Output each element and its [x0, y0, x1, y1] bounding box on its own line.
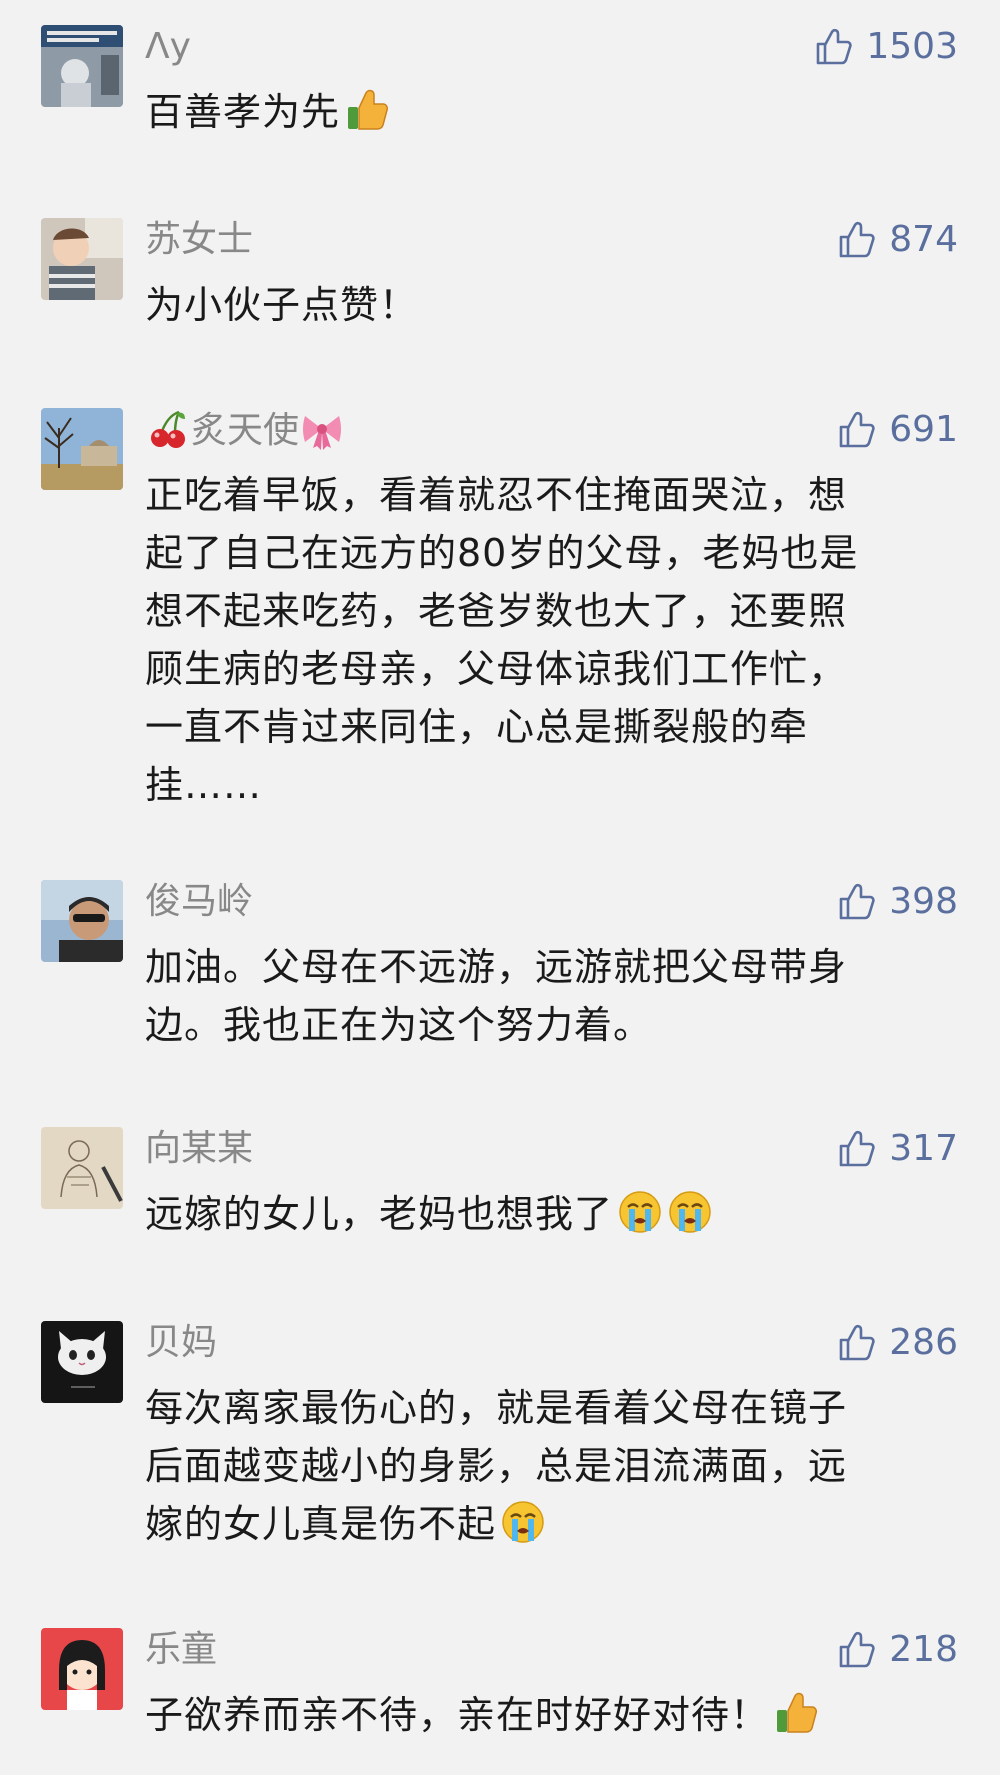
thumbs-up-icon	[837, 220, 877, 260]
comment-text: 为小伙子点赞！	[145, 276, 945, 334]
comment-line: 一直不肯过来同住，心总是撕裂般的牵	[145, 705, 809, 749]
comment-line: 边。我也正在为这个努力着。	[145, 1003, 653, 1047]
comment-text: 子欲养而亲不待，亲在时好好对待！	[145, 1686, 945, 1744]
nickname[interactable]: 贝妈	[145, 1321, 217, 1365]
like-count: 398	[889, 881, 958, 922]
like-count: 1503	[866, 26, 958, 67]
comment-text: 正吃着早饭，看着就忍不住掩面哭泣，想 起了自己在远方的80岁的父母，老妈也是 想…	[145, 466, 945, 814]
avatar[interactable]	[41, 408, 123, 490]
thumbs-up-icon	[837, 1630, 877, 1670]
nickname[interactable]: 俊马岭	[145, 880, 253, 924]
avatar[interactable]	[41, 1321, 123, 1403]
cherries-emoji-icon	[147, 408, 189, 450]
thumbs-up-icon	[837, 410, 877, 450]
comment-line: 子欲养而亲不待，亲在时好好对待！	[145, 1693, 770, 1737]
avatar[interactable]	[41, 880, 123, 962]
like-button[interactable]: 317	[837, 1127, 958, 1171]
like-button[interactable]: 874	[837, 218, 958, 262]
comment-text: 远嫁的女儿，老妈也想我了	[145, 1185, 945, 1243]
thumbs-up-icon	[837, 882, 877, 922]
avatar[interactable]	[41, 1127, 123, 1209]
thumbs-up-icon	[814, 27, 854, 67]
comment-list: Λy 1503 百善孝为先 苏女士 874 为小伙子点赞！ 炙天使 691 正吃…	[0, 0, 1000, 1775]
comment-line: 加油。父母在不远游，远游就把父母带身	[145, 945, 848, 989]
ribbon-emoji-icon	[301, 408, 343, 450]
comment-line: 后面越变越小的身影，总是泪流满面，远	[145, 1444, 848, 1488]
thumbs-up-icon	[837, 1323, 877, 1363]
avatar[interactable]	[41, 1628, 123, 1710]
comment-line: 嫁的女儿真是伤不起	[145, 1502, 497, 1546]
loudly-crying-emoji-icon	[667, 1189, 713, 1235]
avatar[interactable]	[41, 218, 123, 300]
comment-line: 每次离家最伤心的，就是看着父母在镜子	[145, 1386, 848, 1430]
like-button[interactable]: 398	[837, 880, 958, 924]
nickname[interactable]: 苏女士	[145, 218, 253, 262]
like-count: 286	[889, 1322, 958, 1363]
nickname[interactable]: 炙天使	[145, 408, 345, 453]
comment-line: 起了自己在远方的80岁的父母，老妈也是	[145, 531, 859, 575]
nickname-text: 炙天使	[191, 410, 300, 451]
comment-text: 每次离家最伤心的，就是看着父母在镜子 后面越变越小的身影，总是泪流满面，远 嫁的…	[145, 1379, 945, 1553]
loudly-crying-emoji-icon	[617, 1189, 663, 1235]
like-button[interactable]: 1503	[814, 25, 958, 69]
like-count: 874	[889, 219, 958, 260]
like-count: 691	[889, 409, 958, 450]
avatar[interactable]	[41, 25, 123, 107]
comment-line: 顾生病的老母亲，父母体谅我们工作忙，	[145, 647, 848, 691]
comment-line: 正吃着早饭，看着就忍不住掩面哭泣，想	[145, 473, 848, 517]
comment-line: 想不起来吃药，老爸岁数也大了，还要照	[145, 589, 848, 633]
comment-line: 挂……	[145, 763, 263, 807]
comment-line: 百善孝为先	[145, 90, 341, 134]
like-button[interactable]: 286	[837, 1321, 958, 1365]
thumbs-up-emoji-icon	[344, 87, 390, 133]
nickname[interactable]: Λy	[145, 25, 191, 69]
like-count: 218	[889, 1629, 958, 1670]
loudly-crying-emoji-icon	[500, 1499, 546, 1545]
thumbs-up-icon	[837, 1129, 877, 1169]
thumbs-up-emoji-icon	[773, 1690, 819, 1736]
comment-line: 为小伙子点赞！	[145, 283, 419, 327]
nickname[interactable]: 向某某	[145, 1127, 253, 1171]
comment-text: 百善孝为先	[145, 83, 945, 141]
like-button[interactable]: 691	[837, 408, 958, 452]
like-button[interactable]: 218	[837, 1628, 958, 1672]
comment-text: 加油。父母在不远游，远游就把父母带身 边。我也正在为这个努力着。	[145, 938, 945, 1054]
comment-line: 远嫁的女儿，老妈也想我了	[145, 1192, 614, 1236]
nickname[interactable]: 乐童	[145, 1628, 217, 1672]
like-count: 317	[889, 1128, 958, 1169]
